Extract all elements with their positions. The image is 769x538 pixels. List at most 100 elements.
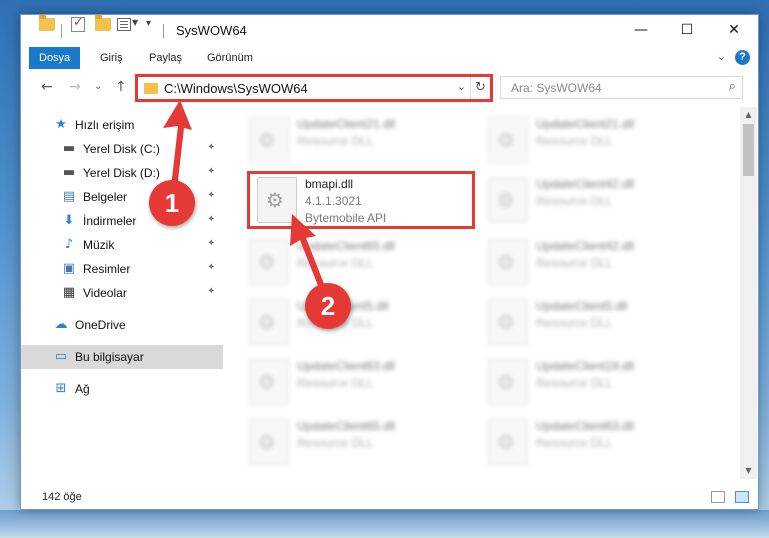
refresh-button[interactable]: ↻ <box>470 77 490 99</box>
scroll-thumb[interactable] <box>743 124 754 176</box>
file-item[interactable]: UpdateClient63.dll Resource DLL <box>488 415 716 471</box>
drive-icon: ▬ <box>62 141 76 156</box>
pin-icon[interactable]: ✦ <box>207 286 215 297</box>
file-list: UpdateClient21.dll Resource DLL bmapi.dl… <box>226 107 739 479</box>
customize-toolbar-icon[interactable]: ▾ <box>146 18 151 36</box>
sidebar-item-quick-access[interactable]: ★ Hızlı erişim <box>21 113 223 137</box>
sidebar-item-this-pc[interactable]: ▭ Bu bilgisayar <box>21 345 223 369</box>
view-options-icon[interactable] <box>117 18 131 31</box>
network-icon: ⊞ <box>55 381 67 396</box>
desktop-background <box>0 510 769 538</box>
tab-giris[interactable]: Giriş <box>90 47 133 69</box>
details-view-button[interactable] <box>711 491 725 503</box>
step-2-badge: 2 <box>305 283 351 329</box>
dll-file-icon <box>249 359 289 405</box>
minimize-button[interactable]: — <box>618 15 664 45</box>
sidebar-item-music[interactable]: ♪ Müzik ✦ <box>21 233 223 257</box>
pin-icon[interactable]: ✦ <box>207 166 215 177</box>
dll-file-icon <box>488 117 528 163</box>
file-item[interactable]: UpdateClient65.dll Resource DLL <box>249 415 477 471</box>
sidebar-item-label: İndirmeler <box>83 214 137 228</box>
file-description: Resource DLL <box>536 436 613 450</box>
file-name: UpdateClient42.dll <box>536 239 635 253</box>
sidebar-item-local-disk-c[interactable]: ▬ Yerel Disk (C:) ✦ <box>21 137 223 161</box>
file-item[interactable]: UpdateClient19.dll Resource DLL <box>488 355 716 411</box>
file-name: UpdateClient21.dll <box>536 117 635 131</box>
dll-file-icon <box>249 299 289 345</box>
recent-locations-button[interactable]: ⌄ <box>94 81 102 92</box>
file-item[interactable]: UpdateClient42.dll Resource DLL <box>488 173 716 229</box>
address-bar[interactable]: C:\Windows\SysWOW64 ⌄ ↻ <box>135 74 493 102</box>
sidebar-item-label: OneDrive <box>75 318 126 332</box>
search-box[interactable]: Ara: SysWOW64 ⌕ <box>500 76 743 99</box>
maximize-button[interactable]: ☐ <box>664 15 710 45</box>
file-description: Resource DLL <box>297 256 374 270</box>
new-folder-icon[interactable] <box>95 15 111 31</box>
sidebar-item-label: Ağ <box>75 382 90 396</box>
pin-icon[interactable]: ✦ <box>207 142 215 153</box>
file-item[interactable]: UpdateClient42.dll Resource DLL <box>488 235 716 291</box>
video-icon: ▦ <box>62 285 76 300</box>
sidebar-item-onedrive[interactable]: ☁ OneDrive <box>21 313 223 337</box>
file-name: UpdateClient65.dll <box>297 239 396 253</box>
pin-icon[interactable]: ✦ <box>207 238 215 249</box>
file-name: UpdateClient63.dll <box>536 419 635 433</box>
sidebar-item-videos[interactable]: ▦ Videolar ✦ <box>21 281 223 305</box>
ribbon-tabs: Dosya Giriş Paylaş Görünüm ⌄ ? <box>21 47 758 69</box>
help-icon[interactable]: ? <box>735 50 750 65</box>
highlight-box <box>247 171 475 229</box>
file-name: UpdateClient19.dll <box>536 359 635 373</box>
cloud-icon: ☁ <box>54 317 68 332</box>
file-item[interactable]: UpdateClient5.dll Resource DLL <box>488 295 716 351</box>
tab-gorunum[interactable]: Görünüm <box>197 47 263 69</box>
sidebar-item-label: Yerel Disk (D:) <box>83 166 160 180</box>
tab-dosya[interactable]: Dosya <box>29 47 81 69</box>
sidebar-item-network[interactable]: ⊞ Ağ <box>21 377 223 401</box>
pin-icon[interactable]: ✦ <box>207 190 215 201</box>
ribbon-collapse-icon[interactable]: ⌄ <box>717 50 726 63</box>
sidebar-item-label: Yerel Disk (C:) <box>83 142 160 156</box>
status-bar: 142 öğe <box>21 487 758 509</box>
pin-icon[interactable]: ✦ <box>207 214 215 225</box>
pin-icon[interactable]: ✦ <box>207 262 215 273</box>
folder-icon <box>39 15 55 31</box>
forward-button[interactable]: → <box>69 79 81 95</box>
back-button[interactable]: ← <box>41 79 53 95</box>
scroll-down-button[interactable]: ▼ <box>740 463 757 479</box>
file-description: Resource DLL <box>536 256 613 270</box>
address-dropdown-icon[interactable]: ⌄ <box>457 80 466 93</box>
file-description: Resource DLL <box>536 134 613 148</box>
music-icon: ♪ <box>64 237 74 252</box>
vertical-scrollbar[interactable]: ▲ ▼ <box>740 107 757 479</box>
sidebar-item-label: Müzik <box>83 238 115 252</box>
file-item[interactable]: UpdateClient63.dll Resource DLL <box>249 355 477 411</box>
sidebar-item-pictures[interactable]: ▣ Resimler ✦ <box>21 257 223 281</box>
file-name: UpdateClient42.dll <box>536 177 635 191</box>
sidebar-item-label: Videolar <box>83 286 127 300</box>
dll-file-icon <box>488 359 528 405</box>
up-button[interactable]: ↑ <box>115 79 127 95</box>
search-icon[interactable]: ⌕ <box>729 79 736 94</box>
tiles-view-button[interactable] <box>735 491 749 503</box>
file-item[interactable]: UpdateClient65.dll Resource DLL <box>249 235 477 291</box>
dll-file-icon <box>488 299 528 345</box>
properties-check-icon[interactable] <box>71 15 85 32</box>
sidebar-item-local-disk-d[interactable]: ▬ Yerel Disk (D:) ✦ <box>21 161 223 185</box>
divider <box>61 24 62 38</box>
sidebar-item-label: Bu bilgisayar <box>75 350 144 364</box>
scroll-up-button[interactable]: ▲ <box>740 107 757 123</box>
file-name: UpdateClient21.dll <box>297 117 396 131</box>
folder-icon <box>144 83 158 94</box>
close-button[interactable]: ✕ <box>711 15 757 45</box>
step-1-badge: 1 <box>149 180 195 226</box>
file-description: Resource DLL <box>536 194 613 208</box>
search-placeholder[interactable]: Ara: SysWOW64 <box>511 81 602 95</box>
dll-file-icon <box>488 419 528 465</box>
address-path[interactable]: C:\Windows\SysWOW64 <box>164 81 308 96</box>
chevron-down-icon[interactable]: ▼ <box>132 18 138 36</box>
file-item[interactable]: UpdateClient5.dll Resource DLL <box>249 295 477 351</box>
file-item[interactable]: UpdateClient21.dll Resource DLL <box>249 113 477 169</box>
file-item[interactable]: UpdateClient21.dll Resource DLL <box>488 113 716 169</box>
file-description: Resource DLL <box>297 436 374 450</box>
tab-paylas[interactable]: Paylaş <box>139 47 192 69</box>
